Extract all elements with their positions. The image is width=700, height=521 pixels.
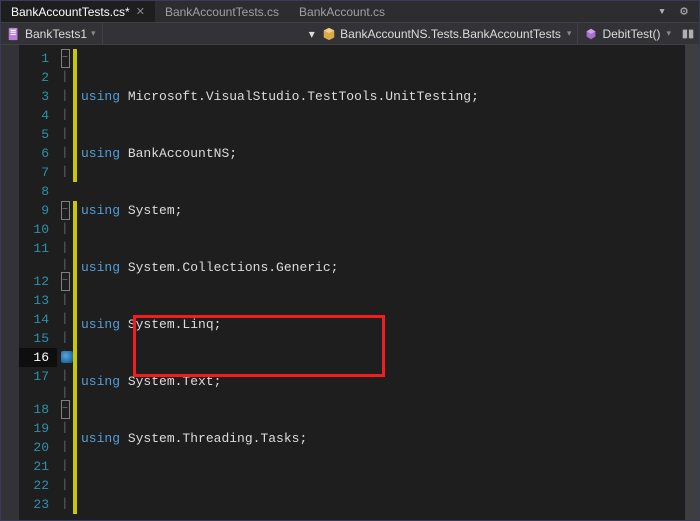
- chevron-down-icon: ▾: [666, 28, 671, 39]
- tab-label: BankAccountTests.cs: [165, 5, 279, 19]
- chevron-down-icon: ▾: [91, 28, 96, 39]
- fold-toggle[interactable]: −: [61, 272, 70, 291]
- context-bar: BankTests1 ▾ ▾ BankAccountNS.Tests.BankA…: [1, 23, 699, 45]
- csharp-file-icon: [7, 27, 21, 41]
- fold-toggle[interactable]: −: [61, 49, 70, 68]
- tab-strip: BankAccountTests.cs* ✕ BankAccountTests.…: [1, 1, 699, 23]
- fold-toggle[interactable]: −: [61, 400, 70, 419]
- class-icon: [322, 27, 336, 41]
- method-dropdown[interactable]: DebitTest() ▾: [578, 23, 677, 44]
- method-icon: [584, 27, 598, 41]
- line-number-gutter: 1 2 3 4 5 6 7 8 9 10 11 12 13 14 15 16 1…: [19, 45, 57, 520]
- preview-dropdown-icon[interactable]: ▾: [655, 5, 669, 19]
- namespace-dropdown[interactable]: ▾ BankAccountNS.Tests.BankAccountTests ▾: [303, 23, 579, 44]
- code-area[interactable]: using Microsoft.VisualStudio.TestTools.U…: [77, 45, 685, 520]
- code-editor[interactable]: 1 2 3 4 5 6 7 8 9 10 11 12 13 14 15 16 1…: [1, 45, 699, 520]
- tab-label: BankAccountTests.cs*: [11, 5, 130, 19]
- fold-gutter[interactable]: − ││││││ − ││ │ − │││││ │ − │││││: [57, 45, 73, 520]
- scope-label: BankTests1: [25, 27, 87, 41]
- breakpoint-gutter[interactable]: [1, 45, 19, 520]
- method-label: DebitTest(): [602, 27, 660, 41]
- fold-toggle[interactable]: −: [61, 201, 70, 220]
- close-icon[interactable]: ✕: [136, 5, 145, 18]
- tab-bankaccount[interactable]: BankAccount.cs: [289, 1, 395, 22]
- tab-bankaccounttests[interactable]: BankAccountTests.cs: [155, 1, 289, 22]
- chevron-down-icon: ▾: [567, 28, 572, 39]
- tab-label: BankAccount.cs: [299, 5, 385, 19]
- split-icon[interactable]: [677, 23, 699, 44]
- namespace-label: BankAccountNS.Tests.BankAccountTests: [340, 27, 561, 41]
- tab-bankaccounttests-modified[interactable]: BankAccountTests.cs* ✕: [1, 1, 155, 22]
- gear-icon[interactable]: ⚙: [677, 5, 691, 19]
- vertical-scrollbar[interactable]: [685, 45, 699, 520]
- scope-dropdown[interactable]: BankTests1 ▾: [1, 23, 103, 44]
